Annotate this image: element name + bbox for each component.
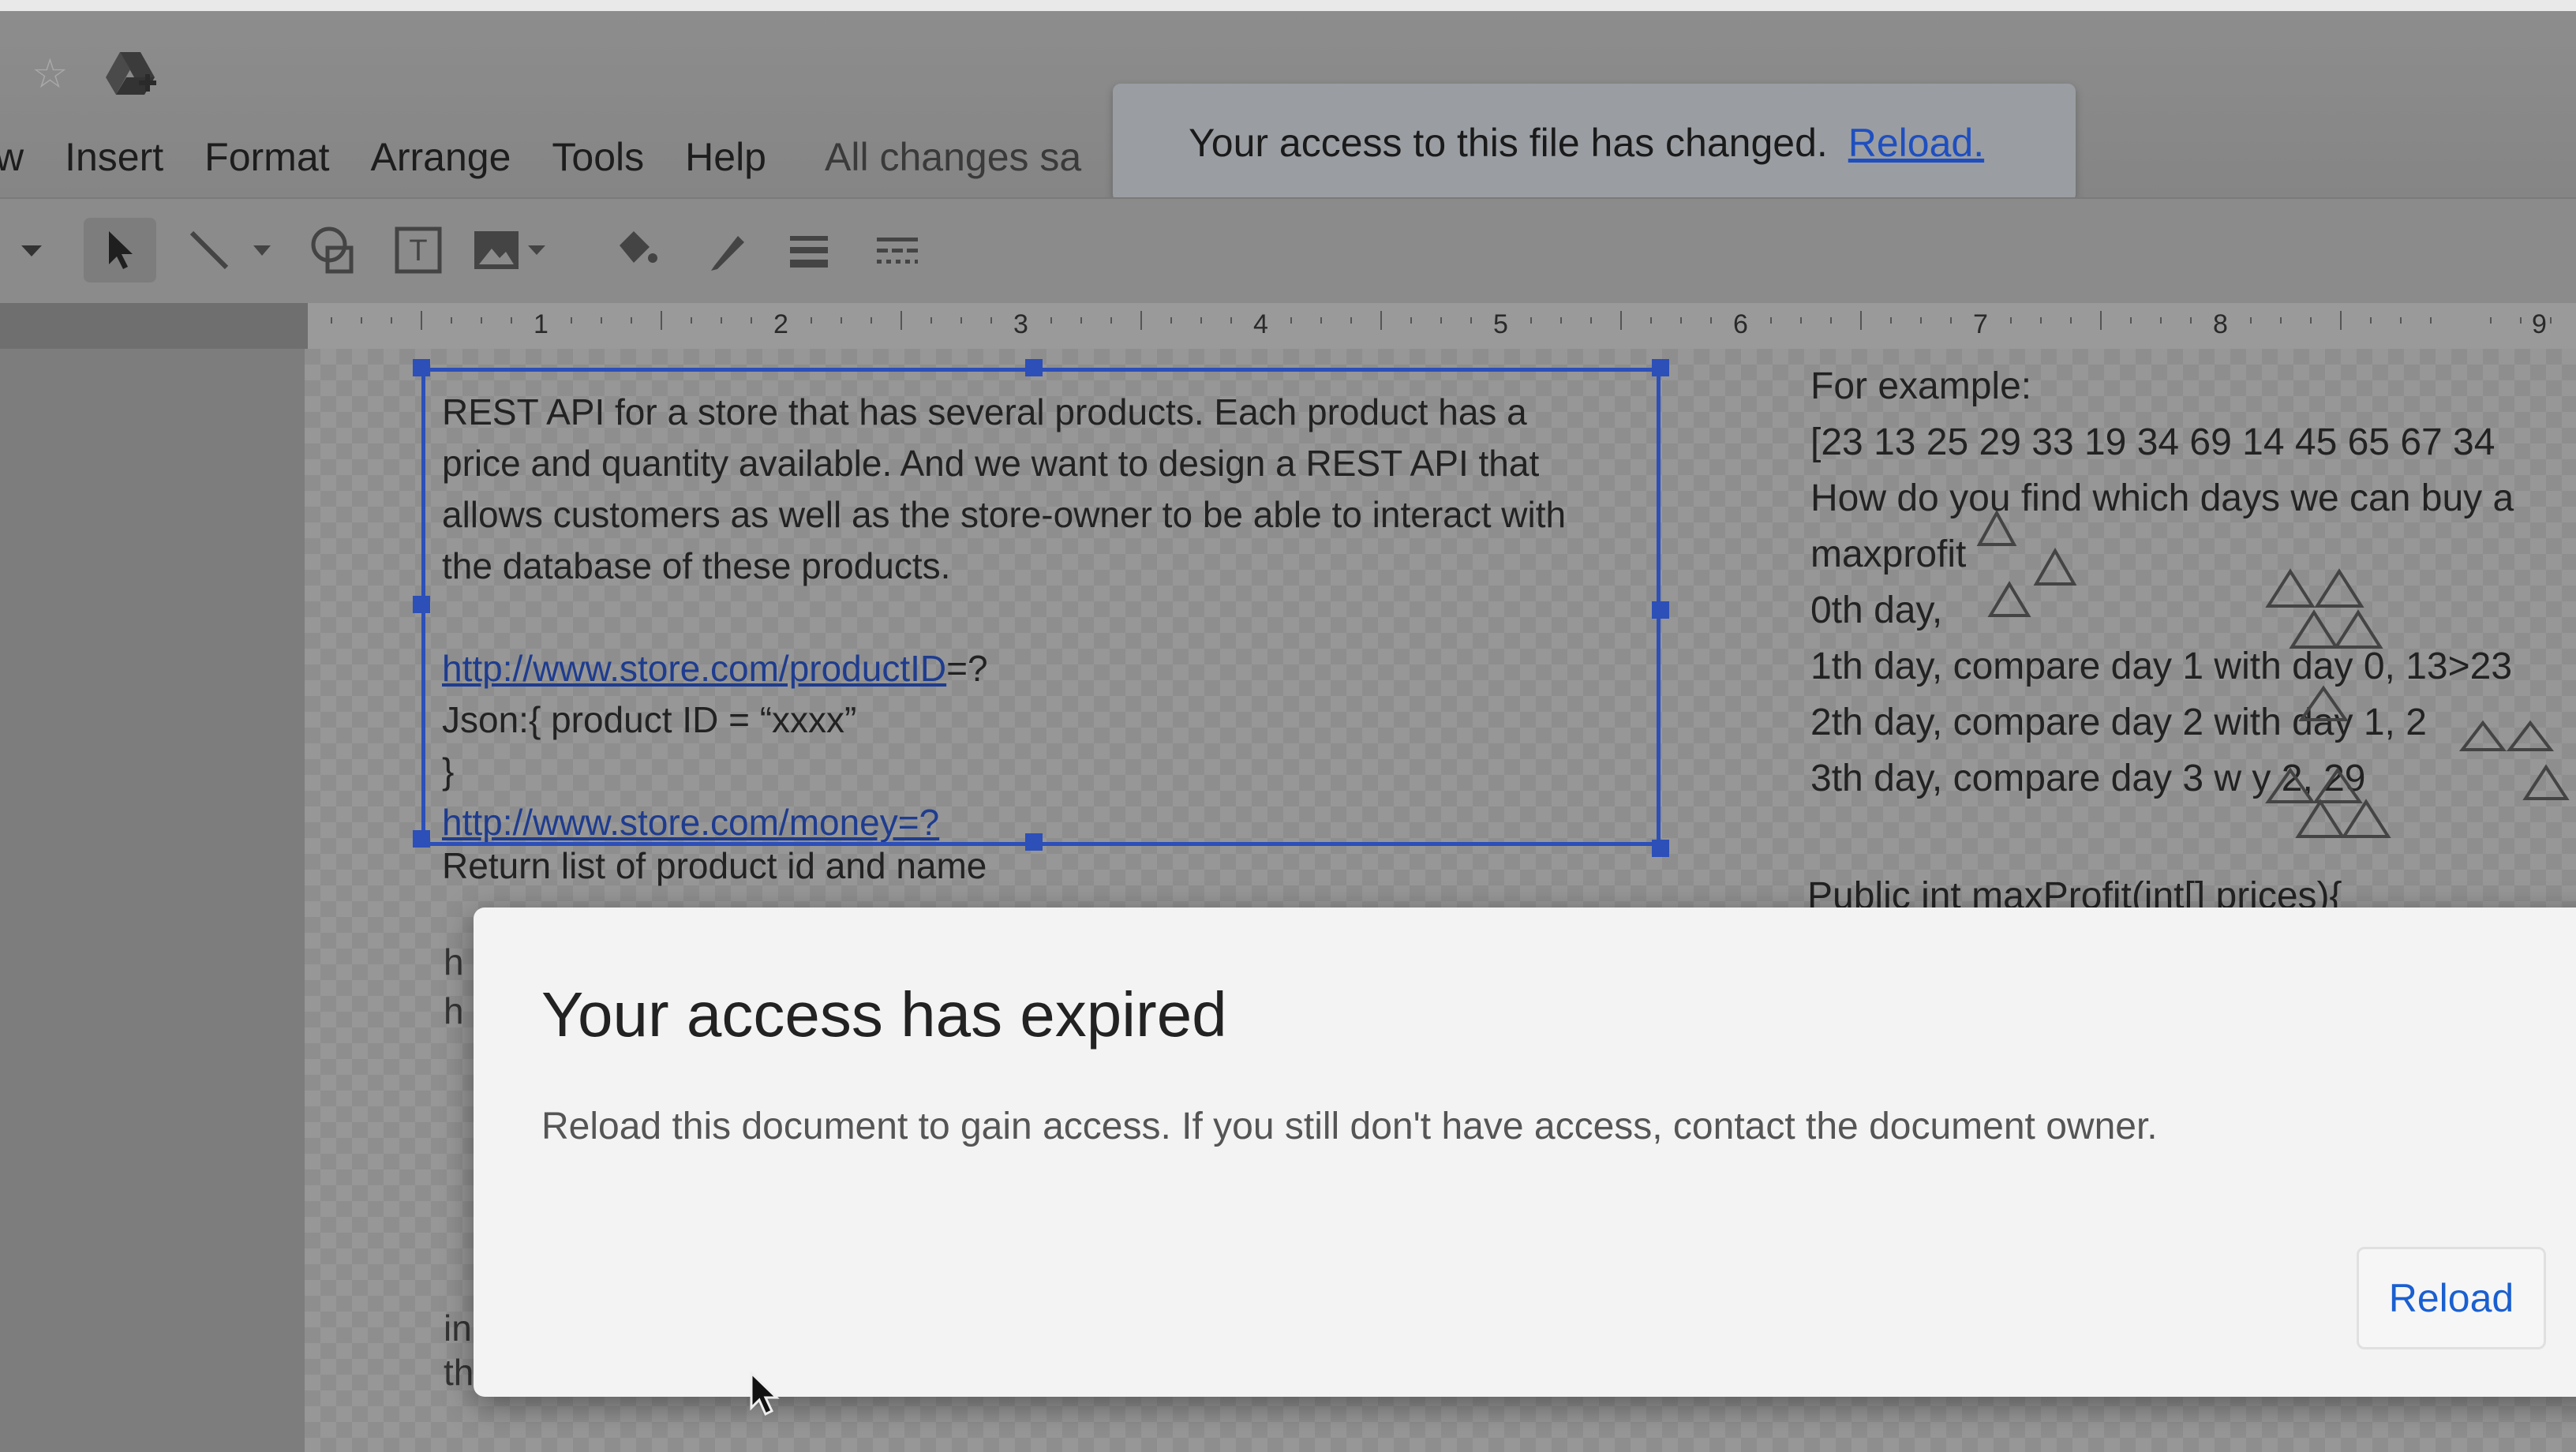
text-line: [23 13 25 29 33 19 34 69 14 45 65 67 34: [1810, 421, 2496, 463]
line-dropdown-icon[interactable]: [246, 223, 278, 278]
ruler-number: 8: [2213, 309, 2228, 339]
star-icon[interactable]: ☆: [32, 51, 69, 98]
move-to-drive-icon[interactable]: [103, 46, 158, 101]
shape-tool-icon[interactable]: [303, 223, 366, 278]
menu-view[interactable]: w: [0, 134, 24, 180]
line-tool-icon[interactable]: [182, 223, 237, 278]
horizontal-ruler[interactable]: 1 2 3 4 5 6 7 8 9: [308, 303, 2576, 350]
reload-button[interactable]: Reload: [2357, 1247, 2546, 1349]
resize-handle[interactable]: [1025, 359, 1043, 376]
menu-format[interactable]: Format: [204, 134, 329, 180]
hidden-text: in: [444, 1308, 472, 1349]
left-gutter: [0, 349, 305, 1452]
banner-message: Your access to this file has changed.: [1189, 121, 1828, 165]
hidden-text: h: [444, 941, 464, 982]
banner-reload-link[interactable]: Reload.: [1848, 120, 1984, 166]
fill-color-icon[interactable]: [608, 223, 663, 278]
save-status[interactable]: All changes sa: [825, 134, 1081, 180]
text-line: For example:: [1810, 365, 2032, 407]
triangle-shapes-icon: [1976, 509, 2570, 838]
access-changed-banner: Your access to this file has changed. Re…: [1113, 84, 2076, 202]
svg-text:T: T: [409, 234, 427, 268]
ruler-number: 3: [1013, 309, 1028, 339]
hidden-text: h: [444, 990, 464, 1031]
ruler-number: 1: [534, 309, 549, 339]
menu-insert[interactable]: Insert: [65, 134, 163, 180]
ruler-number: 7: [1973, 309, 1988, 339]
dialog-title: Your access has expired: [541, 979, 1227, 1050]
ruler-number: 4: [1253, 309, 1268, 339]
resize-handle[interactable]: [413, 596, 430, 613]
ruler-margin: [0, 303, 308, 349]
app-header: ☆ w Insert Format Arrange Tools Help All…: [0, 11, 2576, 202]
image-icon[interactable]: [467, 223, 554, 278]
menu-bar: w Insert Format Arrange Tools Help All c…: [0, 129, 1081, 185]
text-box-icon[interactable]: T: [387, 223, 450, 278]
border-dash-icon[interactable]: [868, 223, 927, 278]
dropdown-arrow-icon[interactable]: [16, 223, 47, 278]
ruler-number: 5: [1493, 309, 1508, 339]
toolbar: T: [0, 197, 2576, 303]
border-color-icon[interactable]: [699, 223, 754, 278]
resize-handle[interactable]: [1652, 840, 1669, 857]
resize-handle[interactable]: [1025, 833, 1043, 851]
ruler-number: 6: [1733, 309, 1748, 339]
menu-tools[interactable]: Tools: [552, 134, 644, 180]
dialog-message: Reload this document to gain access. If …: [541, 1106, 2158, 1147]
menu-arrange[interactable]: Arrange: [371, 134, 511, 180]
ruler-number: 2: [773, 309, 788, 339]
resize-handle[interactable]: [1652, 359, 1669, 376]
select-tool-icon[interactable]: [84, 218, 156, 283]
browser-edge: [0, 0, 2576, 11]
access-expired-dialog: Your access has expired Reload this docu…: [474, 908, 2576, 1397]
selection-box[interactable]: [421, 368, 1661, 846]
ruler-number: 9: [2532, 309, 2547, 339]
resize-handle[interactable]: [413, 830, 430, 848]
resize-handle[interactable]: [1652, 601, 1669, 619]
menu-help[interactable]: Help: [685, 134, 766, 180]
mouse-cursor-icon: [750, 1372, 780, 1416]
hidden-text: th: [444, 1352, 474, 1393]
border-weight-icon[interactable]: [781, 223, 837, 278]
resize-handle[interactable]: [413, 359, 430, 376]
